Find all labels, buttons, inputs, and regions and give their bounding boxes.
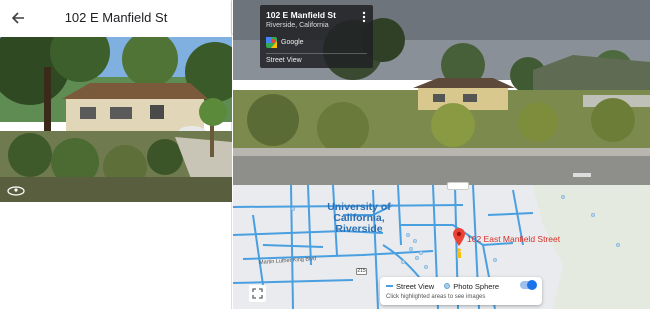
more-vertical-icon[interactable] (361, 10, 367, 23)
street-view-info-card: 102 E Manfield St Riverside, California … (260, 5, 373, 68)
street-view-line-icon (386, 285, 393, 287)
place-photo[interactable] (0, 37, 232, 202)
360-icon[interactable] (6, 185, 26, 197)
card-divider (266, 53, 367, 54)
toggle-knob (527, 280, 537, 290)
app-window: 102 E Manfield St 102 E Manfield St Rive… (0, 0, 650, 309)
fullscreen-icon (252, 288, 263, 299)
panel-header: 102 E Manfield St (0, 0, 232, 37)
google-maps-link[interactable]: Google (266, 37, 304, 48)
resize-handle[interactable] (447, 182, 469, 190)
legend-street-view-label: Street View (396, 281, 435, 291)
highway-shield: 215 (356, 268, 367, 275)
place-title: 102 E Manfield St (64, 10, 168, 25)
coverage-toggle[interactable] (520, 280, 537, 290)
street-view-panorama[interactable]: 102 E Manfield St Riverside, California … (233, 0, 650, 185)
place-side-panel: 102 E Manfield St (0, 0, 232, 309)
legend-row: Street View Photo Sphere (386, 281, 536, 291)
street-view-label: Street View (266, 57, 302, 64)
legend-note: Click highlighted areas to see images (386, 294, 486, 300)
legend-street-view[interactable]: Street View (386, 282, 434, 291)
location-pin-icon[interactable] (453, 228, 465, 246)
map-area-label: University of California, Riverside (327, 201, 391, 235)
legend-photo-sphere-label: Photo Sphere (453, 281, 500, 291)
map-view[interactable]: University of California, Riverside 102 … (233, 185, 650, 309)
photo-sphere-dot-icon (444, 283, 451, 289)
fullscreen-button[interactable] (249, 285, 266, 302)
google-maps-icon (266, 37, 277, 48)
coverage-legend: Street View Photo Sphere Click highlight… (380, 277, 542, 305)
pegman-icon[interactable] (455, 245, 463, 258)
street-view-address: 102 E Manfield St (266, 10, 336, 20)
legend-photo-sphere[interactable]: Photo Sphere (444, 282, 499, 291)
pin-label: 102 East Manfield Street (467, 234, 561, 244)
provider-label: Google (281, 39, 304, 46)
street-view-city: Riverside, California (266, 22, 329, 29)
